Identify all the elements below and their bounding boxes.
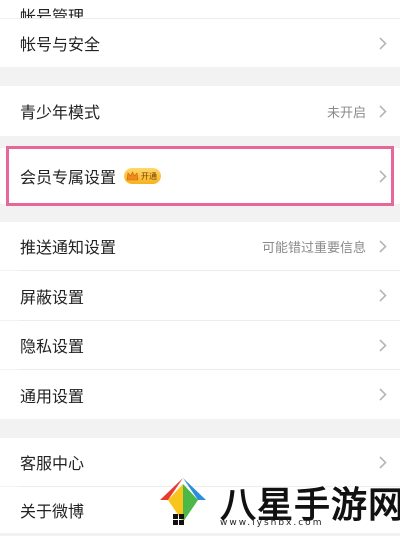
settings-row-label: 推送通知设置	[20, 238, 117, 257]
chevron-right-icon	[376, 388, 390, 402]
chevron-right-icon	[376, 289, 390, 303]
settings-row-label: 帐号管理	[20, 7, 85, 18]
push-notification-hint: 可能错过重要信息	[261, 240, 366, 256]
settings-row-label: 通用设置	[20, 386, 85, 406]
settings-row-vip-settings[interactable]: 会员专属设置 开通	[0, 148, 400, 204]
settings-row-label: 关于微博	[20, 502, 85, 521]
watermark: 八星手游网 www.lyshbx.com	[150, 468, 400, 533]
settings-row-block-settings[interactable]: 屏蔽设置	[0, 271, 400, 320]
settings-row-label: 帐号与安全	[20, 35, 101, 54]
chevron-right-icon	[376, 239, 390, 253]
chevron-right-icon	[376, 338, 390, 352]
settings-row-label: 隐私设置	[20, 337, 85, 356]
settings-row-youth-mode[interactable]: 青少年模式 未开启	[0, 86, 400, 136]
settings-row-label: 会员专属设置	[20, 168, 117, 187]
watermark-url: www.lyshbx.com	[220, 518, 324, 528]
settings-row-label: 客服中心	[20, 454, 85, 473]
settings-row-label: 青少年模式	[20, 103, 101, 122]
chevron-right-icon	[376, 36, 390, 50]
settings-row-privacy-settings[interactable]: 隐私设置	[0, 321, 400, 369]
settings-row-push-notifications[interactable]: 推送通知设置 可能错过重要信息	[0, 222, 400, 270]
settings-row-general-settings[interactable]: 通用设置	[0, 370, 400, 419]
vip-badge: 开通	[124, 167, 162, 186]
settings-row-account-management[interactable]: 帐号管理	[0, 0, 400, 18]
vip-badge-label: 开通	[141, 171, 158, 181]
chevron-right-icon	[376, 104, 390, 118]
settings-row-account-security[interactable]: 帐号与安全	[0, 19, 400, 67]
chevron-right-icon	[376, 169, 390, 183]
watermark-logo-icon	[154, 474, 212, 532]
youth-mode-status: 未开启	[326, 105, 366, 121]
chevron-right-icon	[376, 455, 390, 469]
crown-icon	[126, 167, 139, 186]
settings-row-label: 屏蔽设置	[20, 287, 85, 307]
